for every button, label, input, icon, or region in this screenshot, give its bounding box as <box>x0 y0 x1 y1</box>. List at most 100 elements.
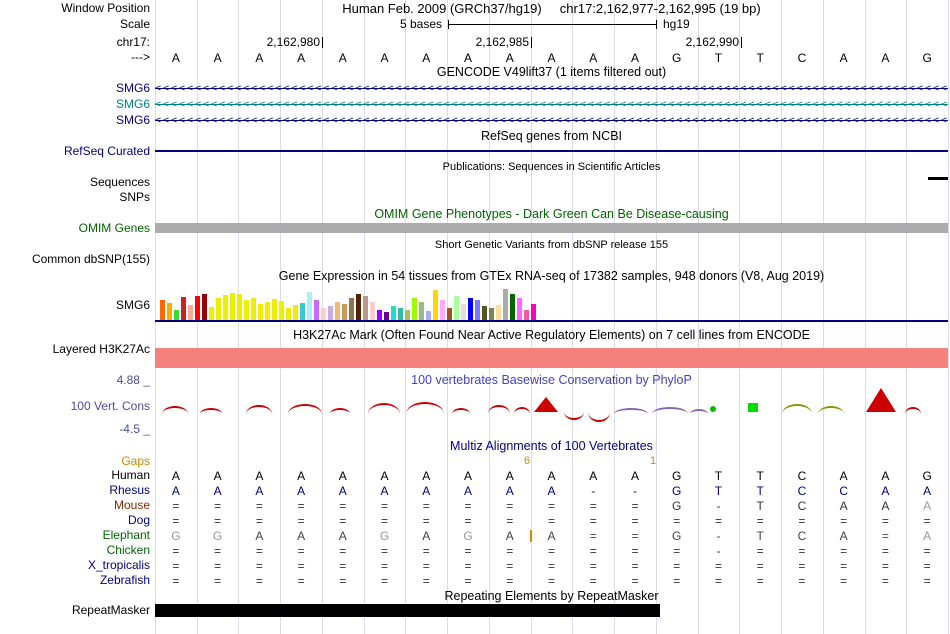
base-cell: T <box>714 484 723 498</box>
base-cell: T <box>756 51 764 65</box>
alignment-row-zebrafish[interactable]: = = = = = = = = = = = = = = = = = = = <box>155 574 948 588</box>
conservation-mark <box>488 405 510 414</box>
common-dbsnp-label[interactable]: Common dbSNP(155) <box>0 253 150 266</box>
base-cell: = <box>547 559 555 573</box>
gtex-tissue-bar <box>433 290 438 320</box>
sequences-item[interactable] <box>928 177 948 180</box>
omim-genes-label[interactable]: OMIM Genes <box>0 222 150 235</box>
base-cell: = <box>923 544 931 558</box>
gtex-tissue-bar <box>167 303 172 320</box>
base-cell: = <box>214 514 222 528</box>
gaps-label[interactable]: Gaps <box>0 455 150 468</box>
alignment-row-chicken[interactable]: = = = = = = = = = = = = = - = = = = = <box>155 544 948 558</box>
conservation-mark <box>614 408 648 414</box>
base-cell: = <box>506 574 514 588</box>
base-cell: = <box>172 514 180 528</box>
gtex-tissue-bar <box>489 308 494 320</box>
sequences-label[interactable]: Sequences <box>0 176 150 189</box>
base-cell: A <box>338 529 347 543</box>
species-label-human[interactable]: Human <box>0 469 150 482</box>
refseq-curated-line[interactable] <box>155 150 948 152</box>
gencode-transcript-line[interactable]: <<<<<<<<<<<<<<<<<<<<<<<<<<<<<<<<<<<<<<<<… <box>155 99 948 110</box>
base-cell: G <box>672 51 682 65</box>
alignment-row-mouse[interactable]: = = = = = = = = = = = = G - T C A A A <box>155 499 948 513</box>
insertion-tick <box>530 530 532 542</box>
layered-h3k27ac-label[interactable]: Layered H3K27Ac <box>0 343 150 356</box>
base-cell: A <box>380 51 389 65</box>
base-cell: C <box>797 499 807 513</box>
base-cell: T <box>756 484 764 498</box>
gtex-bar-chart[interactable] <box>155 287 948 320</box>
conservation-mark <box>905 407 921 414</box>
gap-size-0: 6 <box>524 455 531 467</box>
base-cell: A <box>505 484 514 498</box>
species-label-rhesus[interactable]: Rhesus <box>0 484 150 497</box>
base-cell: = <box>297 544 305 558</box>
gtex-tissue-bar <box>160 300 165 320</box>
base-cell: = <box>881 514 889 528</box>
species-label-mouse[interactable]: Mouse <box>0 499 150 512</box>
alignment-row-dog[interactable]: = = = = = = = = = = = = = = = = = = = <box>155 514 948 528</box>
base-cell: A <box>464 469 473 483</box>
repeat-element-bar[interactable] <box>155 604 660 617</box>
base-cell: A <box>839 499 848 513</box>
base-cell: = <box>631 559 639 573</box>
gencode-transcript-line[interactable]: <<<<<<<<<<<<<<<<<<<<<<<<<<<<<<<<<<<<<<<<… <box>155 115 948 126</box>
gencode-gene-label[interactable]: SMG6 <box>0 114 150 127</box>
phylop-min-label: -4.5 _ <box>119 422 150 436</box>
gtex-tissue-bar <box>258 304 263 320</box>
gtex-tissue-bar <box>293 305 298 320</box>
coordinate-1: 2,162,985 <box>475 35 529 49</box>
gtex-tissue-bar <box>447 308 452 320</box>
conservation-mark <box>162 406 188 414</box>
gtex-tissue-bar <box>188 305 193 320</box>
gtex-tissue-bar <box>181 297 186 320</box>
gencode-transcript-line[interactable]: <<<<<<<<<<<<<<<<<<<<<<<<<<<<<<<<<<<<<<<<… <box>155 83 948 94</box>
species-label-dog[interactable]: Dog <box>0 514 150 527</box>
base-cell: T <box>756 499 764 513</box>
h3k27ac-signal-bar[interactable] <box>155 348 948 368</box>
alignment-row-elephant[interactable]: G G A A A G A G A A = = G - T C A = A <box>155 529 948 543</box>
alignment-row-x_tropicalis[interactable]: = = = = = = = = = = = = = = = = = = = <box>155 559 948 573</box>
refseq-curated-label[interactable]: RefSeq Curated <box>0 145 150 158</box>
phylop-track-label[interactable]: 100 Vert. Cons <box>0 400 150 413</box>
base-cell: A <box>923 484 932 498</box>
base-cell: A <box>338 484 347 498</box>
gtex-tissue-bar <box>517 298 522 320</box>
snps-label[interactable]: SNPs <box>0 191 150 204</box>
gtex-tissue-bar <box>335 302 340 320</box>
base-cell: G <box>379 529 390 543</box>
base-cell: T <box>756 529 764 543</box>
base-cell: = <box>255 499 263 513</box>
species-label-zebrafish[interactable]: Zebrafish <box>0 574 150 587</box>
base-cell: = <box>798 514 806 528</box>
repeatmasker-label[interactable]: RepeatMasker <box>0 604 150 617</box>
scale-bar-right-tick <box>656 20 657 29</box>
gencode-gene-label[interactable]: SMG6 <box>0 82 150 95</box>
gtex-tissue-bar <box>510 294 515 320</box>
base-cell: G <box>672 499 682 513</box>
assembly-title: Human Feb. 2009 (GRCh37/hg19) <box>342 1 542 16</box>
base-cell: = <box>756 514 764 528</box>
position-range: chr17:2,162,977-2,162,995 (19 bp) <box>559 1 761 16</box>
species-label-chicken[interactable]: Chicken <box>0 544 150 557</box>
gtex-tissue-bar <box>482 306 487 320</box>
base-cell: = <box>339 574 347 588</box>
base-cell: = <box>506 544 514 558</box>
base-cell: = <box>631 529 639 543</box>
base-cell: = <box>297 514 305 528</box>
species-label-elephant[interactable]: Elephant <box>0 529 150 542</box>
base-cell: A <box>380 484 389 498</box>
alignment-row-rhesus[interactable]: AAAAAAAAAA--GTTCCAA <box>155 484 948 498</box>
base-cell: A <box>422 529 431 543</box>
gencode-gene-label[interactable]: SMG6 <box>0 98 150 111</box>
gencode-title: GENCODE V49lift37 (1 items filtered out) <box>436 65 667 79</box>
omim-genes-bar[interactable] <box>155 223 948 233</box>
base-cell: = <box>464 559 472 573</box>
coordinate-2: 2,162,990 <box>685 35 739 49</box>
gtex-gene-label[interactable]: SMG6 <box>0 299 150 312</box>
base-cell: = <box>547 574 555 588</box>
alignment-row-human[interactable]: AAAAAAAAAAAAGTTCAAG <box>155 469 948 483</box>
species-label-x_tropicalis[interactable]: X_tropicalis <box>0 559 150 572</box>
base-cell: = <box>214 574 222 588</box>
